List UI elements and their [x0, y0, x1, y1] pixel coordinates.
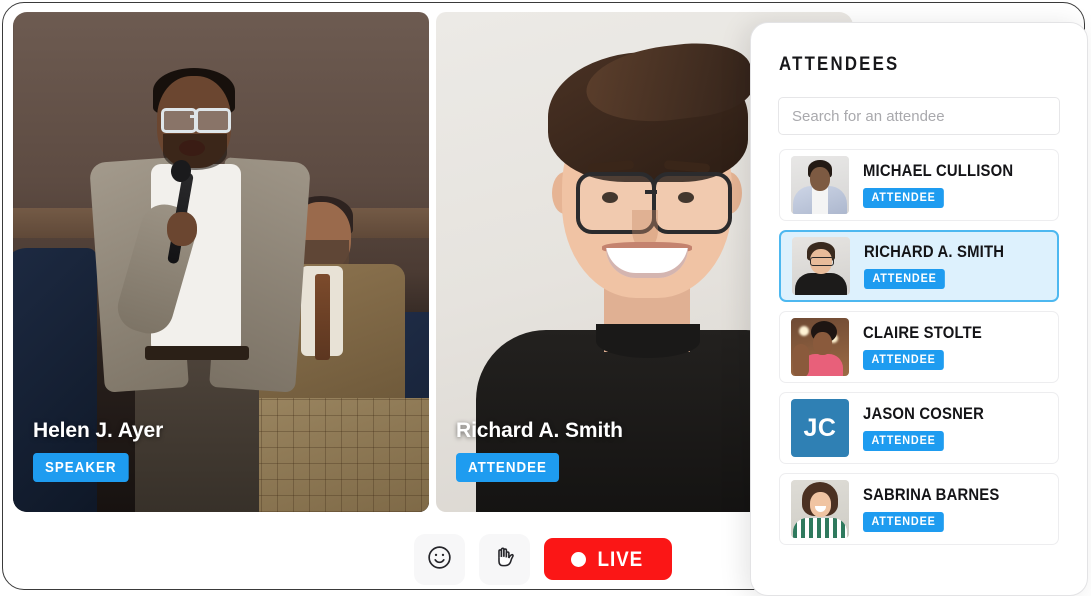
list-item[interactable]: JC JASON COSNER ATTENDEE [779, 392, 1059, 464]
raise-hand-button[interactable] [479, 533, 530, 585]
attendees-panel: ATTENDEES MICHAEL CULLISON ATTENDEE RICH… [750, 22, 1088, 596]
avatar [791, 480, 849, 538]
status-badge: ATTENDEE [863, 349, 945, 371]
smiley-face-icon [426, 544, 453, 574]
avatar-initials: JC [791, 399, 849, 457]
panel-title: ATTENDEES [779, 53, 900, 75]
attendee-list: MICHAEL CULLISON ATTENDEE RICHARD A. SMI… [751, 149, 1087, 545]
list-item[interactable]: RICHARD A. SMITH ATTENDEE [779, 230, 1059, 302]
attendee-name: SABRINA BARNES [863, 485, 1000, 504]
avatar [791, 318, 849, 376]
attendee-name: JASON COSNER [863, 404, 984, 423]
search-input[interactable] [778, 97, 1060, 135]
attendee-name: CLAIRE STOLTE [863, 323, 982, 342]
avatar [792, 237, 850, 295]
video-tile-speaker[interactable]: Helen J. Ayer SPEAKER [13, 12, 429, 512]
participant-name: Helen J. Ayer [33, 418, 164, 442]
attendee-name: MICHAEL CULLISON [863, 161, 1014, 180]
live-label: LIVE [597, 547, 643, 571]
status-badge: ATTENDEE [863, 511, 945, 533]
raised-hand-icon [491, 544, 518, 574]
list-item[interactable]: SABRINA BARNES ATTENDEE [779, 473, 1059, 545]
status-badge: ATTENDEE [864, 268, 946, 290]
speaker-name-overlay: Helen J. Ayer SPEAKER [33, 418, 164, 482]
status-badge: ATTENDEE [863, 187, 945, 209]
attendee-name: RICHARD A. SMITH [864, 242, 1005, 261]
status-badge: ATTENDEE [863, 430, 945, 452]
reaction-button[interactable] [414, 533, 465, 585]
list-item[interactable]: MICHAEL CULLISON ATTENDEE [779, 149, 1059, 221]
avatar [791, 156, 849, 214]
video-stage: Helen J. Ayer SPEAKER Richard A. Smith A… [13, 12, 853, 512]
live-dot-icon [570, 551, 586, 567]
role-badge-speaker: SPEAKER [33, 452, 129, 482]
attendee-name-overlay: Richard A. Smith ATTENDEE [456, 418, 623, 482]
role-badge-attendee: ATTENDEE [456, 452, 559, 482]
participant-name: Richard A. Smith [456, 418, 623, 442]
list-item[interactable]: CLAIRE STOLTE ATTENDEE [779, 311, 1059, 383]
live-status-button[interactable]: LIVE [544, 538, 672, 580]
